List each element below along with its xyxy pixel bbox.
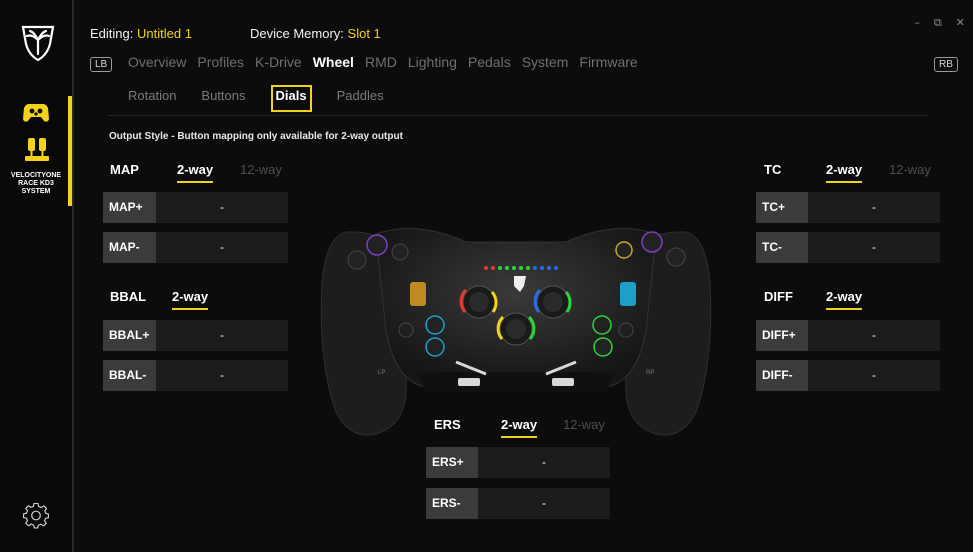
lp-label: LP (378, 370, 385, 376)
sub-tabs: Rotation Buttons Dials Paddles (128, 85, 409, 112)
wheel-device-icon (23, 103, 49, 122)
diff-minus-row[interactable]: DIFF- - (756, 360, 940, 391)
tc-plus-row[interactable]: TC+ - (756, 192, 940, 223)
bbal-plus-label: BBAL+ (103, 320, 156, 351)
steering-wheel-image: LP RP (320, 228, 712, 436)
ers-plus-value[interactable]: - (478, 447, 610, 478)
tc-12way-option[interactable]: 12-way (889, 162, 931, 177)
tab-wheel[interactable]: Wheel (313, 54, 354, 70)
map-plus-label: MAP+ (103, 192, 156, 223)
tc-minus-label: TC- (756, 232, 808, 263)
ers-minus-row[interactable]: ERS- - (426, 488, 610, 519)
tab-firmware[interactable]: Firmware (579, 54, 637, 70)
subtab-dials[interactable]: Dials (270, 85, 312, 112)
device-memory-slot: Slot 1 (347, 26, 381, 41)
ers-plus-row[interactable]: ERS+ - (426, 447, 610, 478)
diff-minus-value[interactable]: - (808, 360, 940, 391)
rb-badge[interactable]: RB (934, 57, 958, 72)
map-minus-label: MAP- (103, 232, 156, 263)
tab-lighting[interactable]: Lighting (408, 54, 457, 70)
map-minus-value[interactable]: - (156, 232, 288, 263)
diff-plus-row[interactable]: DIFF+ - (756, 320, 940, 351)
tc-minus-row[interactable]: TC- - (756, 232, 940, 263)
device-name-line1: VELOCITYONE (10, 172, 62, 179)
turtle-beach-logo-icon (21, 25, 55, 62)
map-minus-row[interactable]: MAP- - (103, 232, 288, 263)
bbal-minus-row[interactable]: BBAL- - (103, 360, 288, 391)
device-name: VELOCITYONE RACE KD3 SYSTEM (2, 172, 70, 196)
subtab-divider (108, 115, 928, 116)
rp-label: RP (646, 370, 654, 376)
diff-2way-option[interactable]: 2-way (826, 289, 863, 310)
map-plus-row[interactable]: MAP+ - (103, 192, 288, 223)
diff-plus-label: DIFF+ (756, 320, 808, 351)
device-item-race-kd3[interactable]: VELOCITYONE RACE KD3 SYSTEM (0, 96, 72, 206)
device-name-line2: RACE KD3 (18, 180, 54, 187)
profile-name: Untitled 1 (137, 26, 192, 41)
subtab-paddles[interactable]: Paddles (337, 88, 384, 112)
output-style-note: Output Style - Button mapping only avail… (109, 131, 403, 142)
tab-profiles[interactable]: Profiles (197, 54, 244, 70)
diff-minus-label: DIFF- (756, 360, 808, 391)
ers-minus-value[interactable]: - (478, 488, 610, 519)
editing-label-text: Editing: (90, 26, 134, 41)
bbal-dial-label: BBAL (110, 289, 147, 304)
tc-plus-label: TC+ (756, 192, 808, 223)
ers-minus-label: ERS- (426, 488, 478, 519)
minimize-button[interactable]: – (914, 16, 920, 30)
tc-dial-label: TC (764, 162, 782, 177)
tab-overview[interactable]: Overview (128, 54, 186, 70)
tab-rmd[interactable]: RMD (365, 54, 397, 70)
device-memory-label: Device Memory: (250, 26, 344, 41)
tc-minus-value[interactable]: - (808, 232, 940, 263)
editing-label: Editing: Untitled 1 (90, 26, 192, 41)
ers-plus-label: ERS+ (426, 447, 478, 478)
diff-dial-label: DIFF (764, 289, 793, 304)
sidebar: VELOCITYONE RACE KD3 SYSTEM (0, 0, 72, 552)
tc-plus-value[interactable]: - (808, 192, 940, 223)
subtab-rotation[interactable]: Rotation (128, 88, 176, 112)
bbal-plus-row[interactable]: BBAL+ - (103, 320, 288, 351)
bbal-minus-value[interactable]: - (156, 360, 288, 391)
tab-system[interactable]: System (522, 54, 569, 70)
tc-2way-option[interactable]: 2-way (826, 162, 863, 183)
close-button[interactable]: ✕ (956, 16, 965, 30)
map-dial-label: MAP (110, 162, 139, 177)
restore-button[interactable]: ⧉ (934, 16, 942, 30)
diff-plus-value[interactable]: - (808, 320, 940, 351)
pedals-device-icon (25, 138, 49, 161)
device-memory: Device Memory: Slot 1 (250, 26, 381, 41)
sidebar-divider (72, 0, 74, 552)
map-2way-option[interactable]: 2-way (177, 162, 214, 183)
tab-pedals[interactable]: Pedals (468, 54, 511, 70)
window-controls: – ⧉ ✕ (914, 16, 965, 30)
bbal-2way-option[interactable]: 2-way (172, 289, 209, 310)
tab-k-drive[interactable]: K-Drive (255, 54, 302, 70)
lb-badge[interactable]: LB (90, 57, 113, 72)
main-tabs: Overview Profiles K-Drive Wheel RMD Ligh… (128, 54, 638, 70)
bbal-plus-value[interactable]: - (156, 320, 288, 351)
map-12way-option[interactable]: 12-way (240, 162, 282, 177)
bbal-minus-label: BBAL- (103, 360, 156, 391)
subtab-buttons[interactable]: Buttons (201, 88, 245, 112)
map-plus-value[interactable]: - (156, 192, 288, 223)
device-name-line3: SYSTEM (21, 188, 51, 195)
gear-icon[interactable] (23, 503, 49, 529)
